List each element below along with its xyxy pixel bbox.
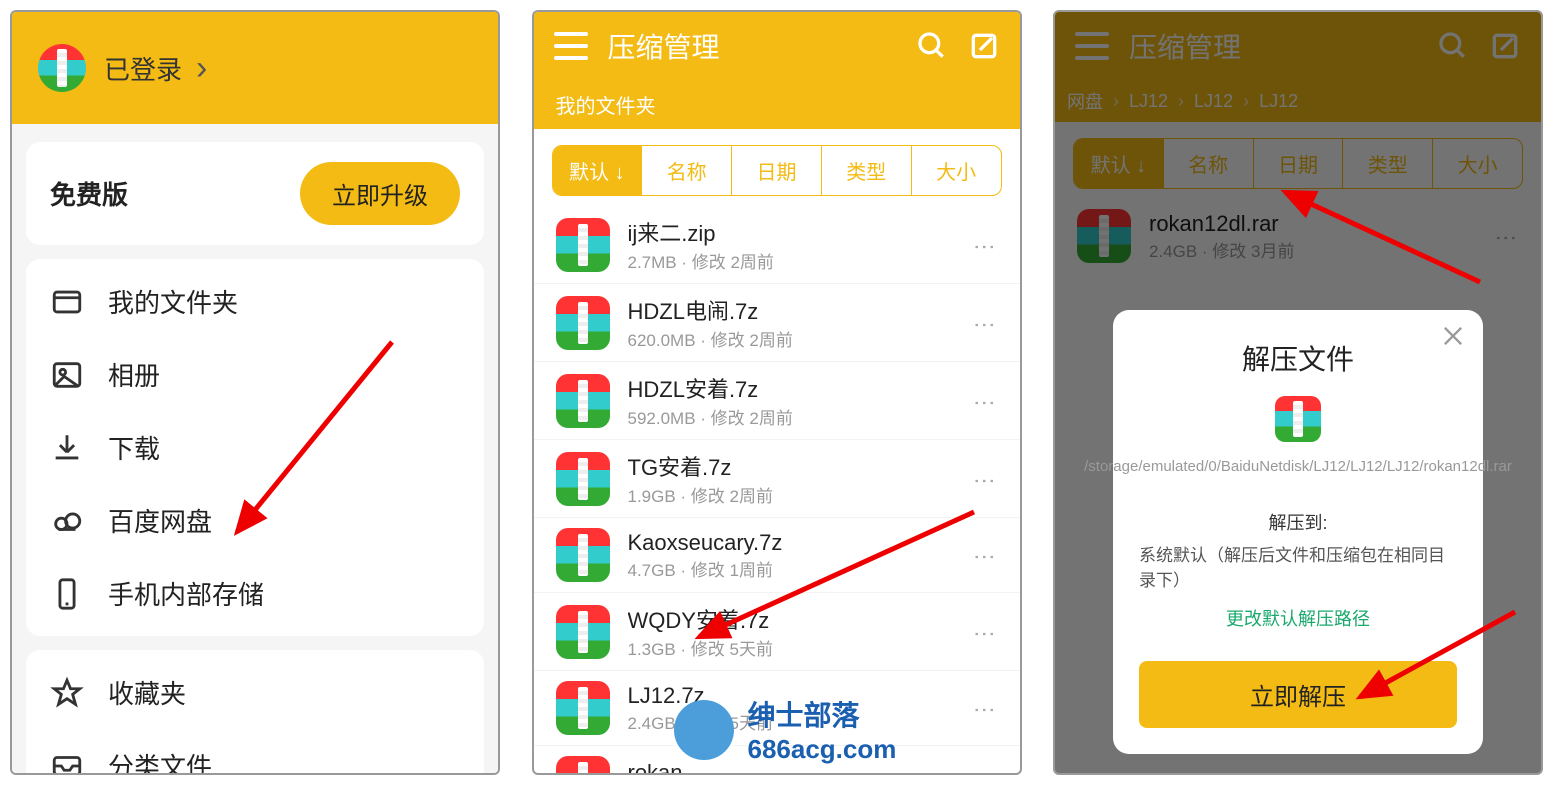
menu-baidu[interactable]: 百度网盘 (26, 484, 484, 557)
file-list[interactable]: ij来二.zip 2.7MB · 修改 2周前 ⋮ HDZL电闹.7z620.0… (534, 206, 1020, 773)
more-icon[interactable]: ⋮ (972, 314, 998, 332)
archive-icon (556, 218, 610, 272)
menu-favorites[interactable]: 收藏夹 (26, 656, 484, 729)
phone-icon (50, 577, 84, 611)
menu-label: 相册 (108, 356, 160, 393)
file-meta: 620.0MB · 修改 2周前 (628, 326, 954, 351)
dialog-title: 解压文件 (1242, 338, 1354, 378)
more-icon[interactable]: ⋮ (972, 392, 998, 410)
file-meta: 4.7GB · 修改 1周前 (628, 556, 954, 581)
more-icon[interactable]: ⋮ (972, 699, 998, 717)
top-bar: 压缩管理 (534, 12, 1020, 80)
menu-label: 我的文件夹 (108, 283, 238, 320)
archive-icon (556, 296, 610, 350)
chevron-right-icon: › (196, 49, 207, 88)
version-label: 免费版 (50, 175, 128, 212)
inbox-icon (50, 749, 84, 774)
sort-size[interactable]: 大小 (912, 146, 1001, 195)
image-icon (50, 358, 84, 392)
more-icon[interactable]: ⋮ (972, 623, 998, 641)
sort-date[interactable]: 日期 (732, 146, 822, 195)
file-row[interactable]: ij来二.zip 2.7MB · 修改 2周前 ⋮ (534, 206, 1020, 284)
menu-group-2: 收藏夹 分类文件 回收站 (26, 650, 484, 773)
menu-label: 手机内部存储 (108, 575, 264, 612)
app-logo-icon (38, 44, 86, 92)
profile-header[interactable]: 已登录 › (12, 12, 498, 124)
file-name: WQDY安着.7z (628, 603, 954, 635)
menu-my-folder[interactable]: 我的文件夹 (26, 265, 484, 338)
file-name: HDZL安着.7z (628, 372, 954, 404)
file-row[interactable]: Kaoxseucary.7z4.7GB · 修改 1周前 ⋮ (534, 518, 1020, 593)
search-icon[interactable] (916, 30, 948, 62)
close-icon[interactable] (1439, 322, 1467, 350)
menu-internal-storage[interactable]: 手机内部存储 (26, 557, 484, 630)
menu-category[interactable]: 分类文件 (26, 729, 484, 773)
sort-name[interactable]: 名称 (642, 146, 732, 195)
star-icon (50, 676, 84, 710)
file-text: ij来二.zip 2.7MB · 修改 2周前 (628, 216, 954, 273)
sort-default[interactable]: 默认 ↓ (553, 146, 643, 195)
dialog-to-desc: 系统默认（解压后文件和压缩包在相同目录下） (1139, 541, 1457, 591)
file-name: Kaoxseucary.7z (628, 530, 954, 556)
archive-icon (556, 452, 610, 506)
edit-icon[interactable] (968, 30, 1000, 62)
file-meta: 1.9GB · 修改 2周前 (628, 482, 954, 507)
archive-icon (556, 374, 610, 428)
watermark-text-1: 绅士部落 (748, 694, 897, 734)
extract-now-button[interactable]: 立即解压 (1139, 661, 1457, 728)
screen-1-sidebar: 已登录 › 免费版 立即升级 我的文件夹 相册 下载 百度网盘 (10, 10, 500, 775)
page-title: 压缩管理 (608, 26, 896, 66)
login-status-text: 已登录 (104, 50, 182, 87)
sort-type[interactable]: 类型 (822, 146, 912, 195)
menu-icon[interactable] (554, 32, 588, 60)
screen-3-extract-dialog: 压缩管理 网盘› LJ12› LJ12› LJ12 默认 ↓ 名称 日期 类型 … (1053, 10, 1543, 775)
change-path-link[interactable]: 更改默认解压路径 (1226, 605, 1370, 631)
archive-icon (556, 681, 610, 735)
menu-label: 百度网盘 (108, 502, 212, 539)
more-icon[interactable]: ⋮ (972, 470, 998, 488)
watermark-avatar-icon (674, 700, 734, 760)
extract-dialog: 解压文件 /storage/emulated/0/BaiduNetdisk/LJ… (1113, 310, 1483, 754)
menu-label: 收藏夹 (108, 674, 186, 711)
sidebar-body: 免费版 立即升级 我的文件夹 相册 下载 百度网盘 手机内部存储 (12, 124, 498, 773)
menu-group-1: 我的文件夹 相册 下载 百度网盘 手机内部存储 (26, 259, 484, 636)
file-row[interactable]: HDZL电闹.7z620.0MB · 修改 2周前 ⋮ (534, 284, 1020, 362)
dialog-to-label: 解压到: (1268, 509, 1327, 535)
screen-2-filelist: 压缩管理 我的文件夹 默认 ↓ 名称 日期 类型 大小 ij来二.zip 2.7… (532, 10, 1022, 775)
menu-label: 分类文件 (108, 747, 212, 773)
file-meta: 2.7MB · 修改 2周前 (628, 248, 954, 273)
file-row[interactable]: WQDY安着.7z1.3GB · 修改 5天前 ⋮ (534, 593, 1020, 671)
file-meta: 1.3GB · 修改 5天前 (628, 635, 954, 660)
file-name: HDZL电闹.7z (628, 294, 954, 326)
archive-icon (556, 528, 610, 582)
folder-icon (50, 285, 84, 319)
file-name: TG安着.7z (628, 450, 954, 482)
more-icon[interactable]: ⋮ (972, 236, 998, 254)
file-row[interactable]: HDZL安着.7z592.0MB · 修改 2周前 ⋮ (534, 362, 1020, 440)
file-meta: 592.0MB · 修改 2周前 (628, 404, 954, 429)
file-row[interactable]: TG安着.7z1.9GB · 修改 2周前 ⋮ (534, 440, 1020, 518)
archive-icon (556, 756, 610, 773)
archive-icon (1275, 396, 1321, 442)
login-status[interactable]: 已登录 › (104, 49, 207, 88)
upgrade-button[interactable]: 立即升级 (300, 162, 460, 225)
download-icon (50, 431, 84, 465)
upgrade-card: 免费版 立即升级 (26, 142, 484, 245)
watermark: 绅士部落 686acg.com (674, 694, 897, 765)
more-icon[interactable]: ⋮ (972, 546, 998, 564)
archive-icon (556, 605, 610, 659)
menu-download[interactable]: 下载 (26, 411, 484, 484)
menu-album[interactable]: 相册 (26, 338, 484, 411)
folder-subtitle: 我的文件夹 (534, 80, 1020, 129)
menu-label: 下载 (108, 429, 160, 466)
sort-bar: 默认 ↓ 名称 日期 类型 大小 (552, 145, 1002, 196)
cloud-icon (50, 504, 84, 538)
file-name: ij来二.zip (628, 216, 954, 248)
watermark-text-2: 686acg.com (748, 734, 897, 765)
dialog-file-path: /storage/emulated/0/BaiduNetdisk/LJ12/LJ… (1084, 456, 1512, 479)
